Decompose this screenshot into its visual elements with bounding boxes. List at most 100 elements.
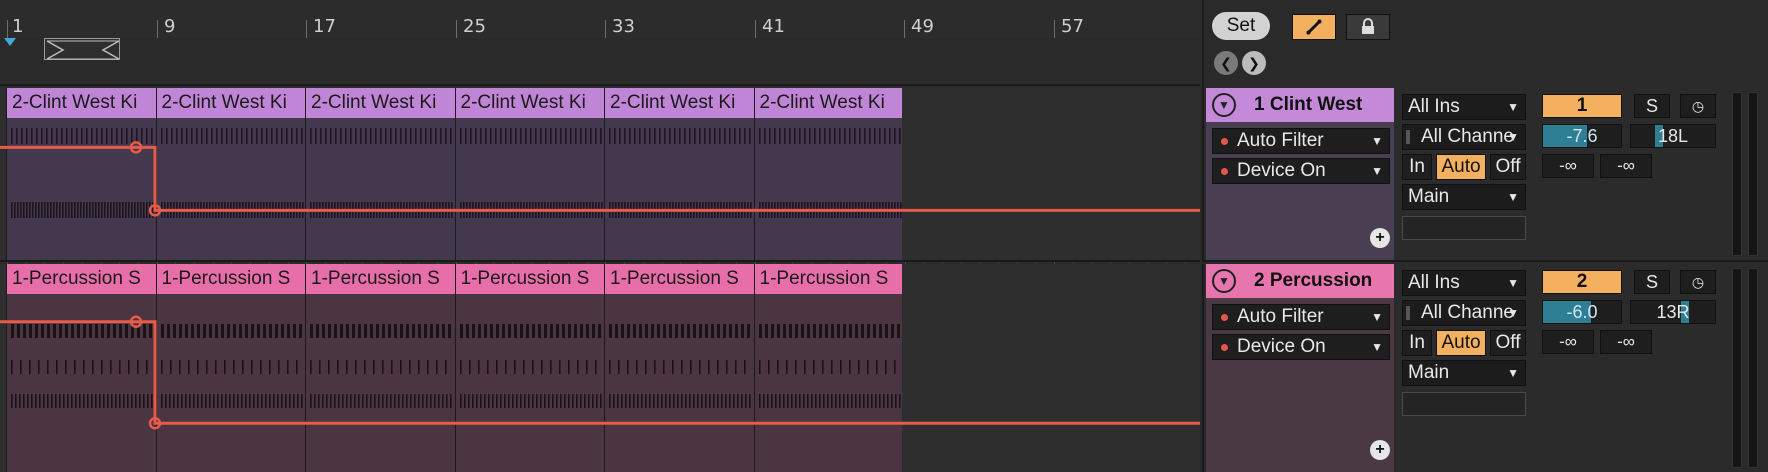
ruler-bar-label: 17	[313, 16, 336, 37]
clip-notes	[7, 118, 156, 260]
monitor-in-button[interactable]: In	[1402, 330, 1432, 356]
mixer-section: 1 S ◷ -7.6 18L -∞ -∞	[1534, 88, 1768, 260]
clip-notes	[306, 118, 455, 260]
arrangement-clip[interactable]: 1-Percussion S	[753, 264, 902, 472]
midi-notes	[758, 324, 901, 408]
set-button[interactable]: Set	[1212, 12, 1270, 40]
midi-notes	[609, 128, 752, 218]
monitor-in-button[interactable]: In	[1402, 154, 1432, 180]
add-lane-button[interactable]: +	[1370, 228, 1390, 248]
track-lane-percussion[interactable]: 1-Percussion S 1-Percussion S 1-Percussion…	[0, 264, 1200, 472]
pan-slider[interactable]: 18L	[1630, 124, 1716, 148]
output-dropdown[interactable]: Main ▼	[1402, 360, 1526, 386]
ruler-bar-label: 9	[164, 16, 176, 37]
ruler-bar-label: 41	[762, 16, 785, 37]
automation-parameter-chooser[interactable]: Device On ▼	[1212, 158, 1390, 184]
add-lane-button[interactable]: +	[1370, 440, 1390, 460]
arrangement-clip[interactable]: 1-Percussion S	[305, 264, 455, 472]
peak-level-right[interactable]: -∞	[1600, 330, 1652, 354]
track-header: ▼ 1 Clint West Auto Filter ▼ Device On ▼…	[1202, 88, 1768, 262]
automation-parameter-chooser[interactable]: Device On ▼	[1212, 334, 1390, 360]
fold-icon[interactable]: ▼	[1212, 269, 1236, 293]
arrangement-clip[interactable]: 2-Clint West Ki	[6, 88, 156, 260]
ruler-tick	[306, 20, 307, 38]
automation-device-chooser[interactable]: Auto Filter ▼	[1212, 128, 1390, 154]
arrangement-clip[interactable]: 1-Percussion S	[155, 264, 305, 472]
arrangement-clip[interactable]: 2-Clint West Ki	[753, 88, 902, 260]
clock-icon: ◷	[1691, 98, 1705, 114]
track-activator-button[interactable]: 1	[1542, 94, 1622, 118]
peak-level-right[interactable]: -∞	[1600, 154, 1652, 178]
volume-slider[interactable]: -7.6	[1542, 124, 1622, 148]
track-header: ▼ 2 Percussion Auto Filter ▼ Device On ▼…	[1202, 264, 1768, 472]
arrangement-clip[interactable]: 1-Percussion S	[454, 264, 604, 472]
draw-mode-toggle[interactable]	[1292, 14, 1336, 40]
arrangement-clip[interactable]: 1-Percussion S	[6, 264, 156, 472]
arrangement-clip[interactable]: 2-Clint West Ki	[305, 88, 455, 260]
input-channel-dropdown[interactable]: All Channe ▼	[1402, 300, 1526, 326]
input-type-dropdown[interactable]: All Ins ▼	[1402, 270, 1526, 296]
monitor-auto-button[interactable]: Auto	[1436, 330, 1486, 356]
arrangement-clip[interactable]: 1-Percussion S	[604, 264, 754, 472]
clip-name: 1-Percussion S	[754, 264, 902, 294]
automation-dot-icon	[1221, 344, 1228, 351]
output-channel-box[interactable]	[1402, 392, 1526, 416]
loop-brace[interactable]	[44, 38, 120, 60]
output-channel-box[interactable]	[1402, 216, 1526, 240]
arrangement-clip[interactable]: 2-Clint West Ki	[604, 88, 754, 260]
automation-dot-icon	[1221, 168, 1228, 175]
io-section: All Ins ▼ All Channe ▼ In Auto Off Main …	[1396, 264, 1532, 472]
volume-slider[interactable]: -6.0	[1542, 300, 1622, 324]
beat-time-ruler[interactable]: 1 9 17 25 33 41 49 57	[0, 0, 1200, 38]
midi-notes	[160, 128, 304, 218]
record-arm-button[interactable]: ◷	[1680, 270, 1716, 294]
arrow-left-icon[interactable]: ❮	[1214, 51, 1238, 75]
clip-name: 2-Clint West Ki	[7, 88, 156, 118]
loop-bar[interactable]	[0, 38, 1200, 86]
track-activator-button[interactable]: 2	[1542, 270, 1622, 294]
arrangement-clip[interactable]: 2-Clint West Ki	[155, 88, 305, 260]
clip-name: 2-Clint West Ki	[156, 88, 305, 118]
input-type-dropdown[interactable]: All Ins ▼	[1402, 94, 1526, 120]
track-name-bar[interactable]: ▼ 1 Clint West	[1206, 88, 1394, 122]
monitor-auto-button[interactable]: Auto	[1436, 154, 1486, 180]
pan-slider[interactable]: 13R	[1630, 300, 1716, 324]
lock-toggle[interactable]	[1346, 14, 1390, 40]
clip-notes	[605, 294, 754, 472]
ruler-tick	[456, 20, 457, 38]
record-arm-button[interactable]: ◷	[1680, 94, 1716, 118]
monitor-off-button[interactable]: Off	[1490, 330, 1526, 356]
clip-notes	[156, 118, 305, 260]
solo-button[interactable]: S	[1634, 94, 1670, 118]
arrow-right-icon[interactable]: ❯	[1242, 51, 1266, 75]
clip-name: 1-Percussion S	[455, 264, 604, 294]
clip-name: 2-Clint West Ki	[306, 88, 455, 118]
clip-name: 2-Clint West Ki	[754, 88, 902, 118]
clip-name: 2-Clint West Ki	[605, 88, 754, 118]
clip-name: 1-Percussion S	[306, 264, 455, 294]
ruler-tick	[605, 20, 606, 38]
input-channel-dropdown[interactable]: All Channe ▼	[1402, 124, 1526, 150]
solo-button[interactable]: S	[1634, 270, 1670, 294]
midi-notes	[160, 324, 303, 408]
peak-level-left[interactable]: -∞	[1542, 154, 1594, 178]
output-value: Main	[1408, 362, 1450, 383]
midi-notes	[310, 324, 452, 408]
chevron-down-icon: ▼	[1507, 366, 1519, 380]
track-name-bar[interactable]: ▼ 2 Percussion	[1206, 264, 1394, 298]
automation-device-chooser[interactable]: Auto Filter ▼	[1212, 304, 1390, 330]
start-marker-icon[interactable]	[4, 38, 16, 46]
monitor-off-button[interactable]: Off	[1490, 154, 1526, 180]
track-lane-clint-west[interactable]: 2-Clint West Ki 2-Clint West Ki 2-Clint We…	[0, 88, 1200, 262]
chevron-down-icon: ▼	[1507, 276, 1519, 290]
chevron-down-icon: ▼	[1371, 340, 1383, 354]
parameter-label: Device On	[1237, 336, 1326, 357]
arrangement-view[interactable]: 1 9 17 25 33 41 49 57 2-Clint West Ki 2-C…	[0, 0, 1200, 472]
arrangement-clip[interactable]: 2-Clint West Ki	[454, 88, 604, 260]
fold-icon[interactable]: ▼	[1212, 93, 1236, 117]
ruler-bar-label: 1	[12, 16, 24, 37]
level-meter	[1732, 92, 1742, 256]
ruler-tick	[7, 20, 8, 38]
output-dropdown[interactable]: Main ▼	[1402, 184, 1526, 210]
peak-level-left[interactable]: -∞	[1542, 330, 1594, 354]
